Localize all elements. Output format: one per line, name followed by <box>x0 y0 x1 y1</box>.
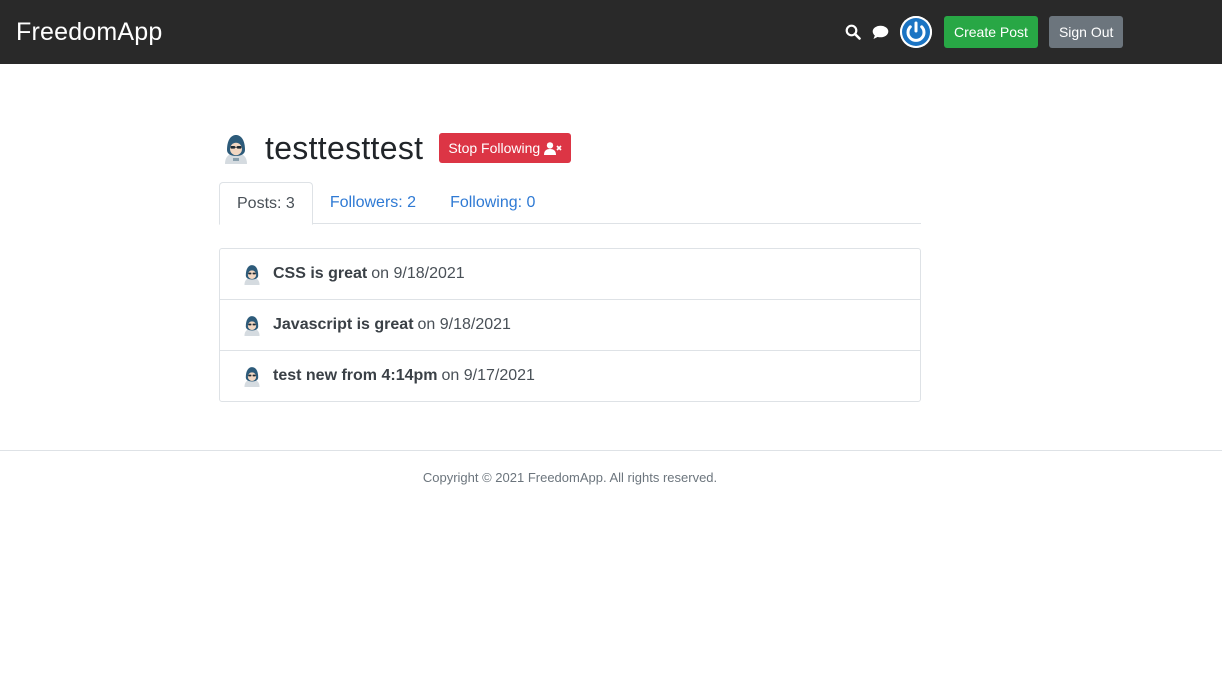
search-icon[interactable] <box>844 23 862 41</box>
post-title: Javascript is great <box>273 316 414 333</box>
profile-username: testtesttest <box>265 129 424 166</box>
page-footer: Copyright © 2021 FreedomApp. All rights … <box>0 450 1222 487</box>
post-list-item[interactable]: test new from 4:14pm on 9/17/2021 <box>220 351 920 401</box>
post-date: on 9/18/2021 <box>417 316 511 333</box>
post-title: test new from 4:14pm <box>273 367 438 384</box>
tab-posts[interactable]: Posts: 3 <box>219 182 313 225</box>
avatar-icon[interactable] <box>900 16 932 48</box>
sign-out-button[interactable]: Sign Out <box>1048 16 1124 48</box>
post-title: CSS is great <box>273 265 368 282</box>
post-date: on 9/18/2021 <box>371 265 465 282</box>
profile-header: testtesttest Stop Following <box>219 128 921 168</box>
post-list: CSS is great on 9/18/2021 Javascript is … <box>219 248 921 402</box>
stop-following-button[interactable]: Stop Following <box>439 133 572 163</box>
post-list-item[interactable]: Javascript is great on 9/18/2021 <box>220 300 920 351</box>
create-post-button[interactable]: Create Post <box>944 16 1038 48</box>
header-actions: Create Post Sign Out <box>842 0 1124 64</box>
profile-tabs: Posts: 3 Followers: 2 Following: 0 <box>219 182 921 225</box>
stop-following-label: Stop Following <box>448 140 541 156</box>
brand-logo-link[interactable]: FreedomApp <box>16 18 163 47</box>
top-navbar: FreedomApp Create Post Sign Out <box>0 0 1222 64</box>
copyright-text: Copyright © 2021 FreedomApp. All rights … <box>422 470 718 485</box>
post-avatar-icon <box>244 367 260 387</box>
profile-avatar-icon <box>225 135 247 164</box>
profile-main: testtesttest Stop Following Posts: 3 Fol… <box>219 64 921 402</box>
tab-followers[interactable]: Followers: 2 <box>313 182 433 224</box>
user-times-icon <box>544 141 562 155</box>
post-list-item[interactable]: CSS is great on 9/18/2021 <box>220 249 920 300</box>
post-avatar-icon <box>244 265 260 285</box>
post-date: on 9/17/2021 <box>441 367 535 384</box>
chat-icon[interactable] <box>871 23 889 41</box>
post-avatar-icon <box>244 316 260 336</box>
tab-following[interactable]: Following: 0 <box>433 182 552 224</box>
